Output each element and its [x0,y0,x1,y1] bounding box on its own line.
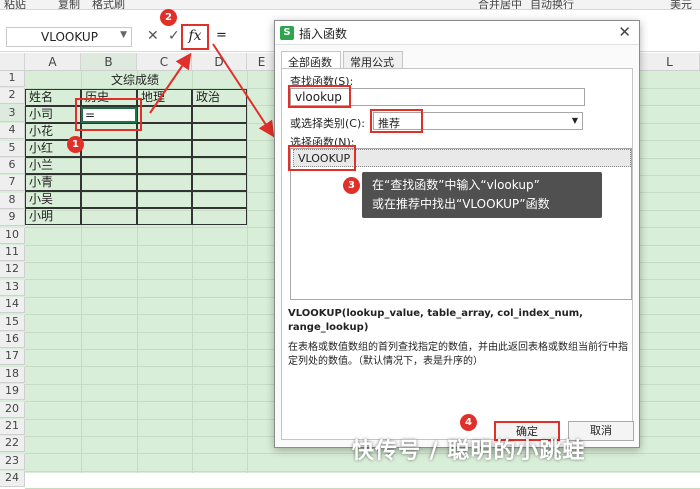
step-marker-3: 3 [343,177,360,194]
highlight-box-function [288,145,356,171]
function-signature: VLOOKUP(lookup_value, table_array, col_i… [288,308,583,333]
callout-line-1: 在“查找函数”中输入“vlookup” [372,178,540,192]
category-label: 或选择类别(C): [290,117,365,130]
chevron-down-icon[interactable]: ▼ [572,116,578,125]
tab-all-functions[interactable]: 全部函数 [281,51,341,69]
highlight-box-search [288,85,351,108]
row-header[interactable]: 24 [0,471,25,488]
watermark: 快传号 / 聪明的小跳蛙 [352,439,586,464]
arrow-fx-to-dialog [212,43,275,138]
function-description: 在表格或数值数组的首列查找指定的数值，并由此返回表格或数组当前行中指定列处的数值… [288,342,628,367]
arrow-cell-to-fx [149,52,192,114]
dialog-panel: 查找函数(S): vlookup 或选择类别(C): 推荐 ▼ 选择函数(N):… [281,68,634,441]
dialog-titlebar: S 插入函数 ✕ [275,21,639,45]
highlight-box-category [370,109,423,133]
step-marker-2: 2 [160,9,177,26]
tab-common-formulas[interactable]: 常用公式 [343,51,403,69]
insert-function-dialog: S 插入函数 ✕ 全部函数 常用公式 查找函数(S): vlookup 或选择类… [274,20,640,448]
step-marker-1: 1 [67,136,84,153]
instruction-callout: 在“查找函数”中输入“vlookup” 或在推荐中找出“VLOOKUP”函数 [362,172,602,218]
close-icon[interactable]: ✕ [618,23,631,41]
dialog-title: 插入函数 [299,27,348,41]
callout-line-2: 或在推荐中找出“VLOOKUP”函数 [372,197,550,211]
wps-logo-icon: S [280,26,294,40]
step-marker-4: 4 [460,414,477,431]
